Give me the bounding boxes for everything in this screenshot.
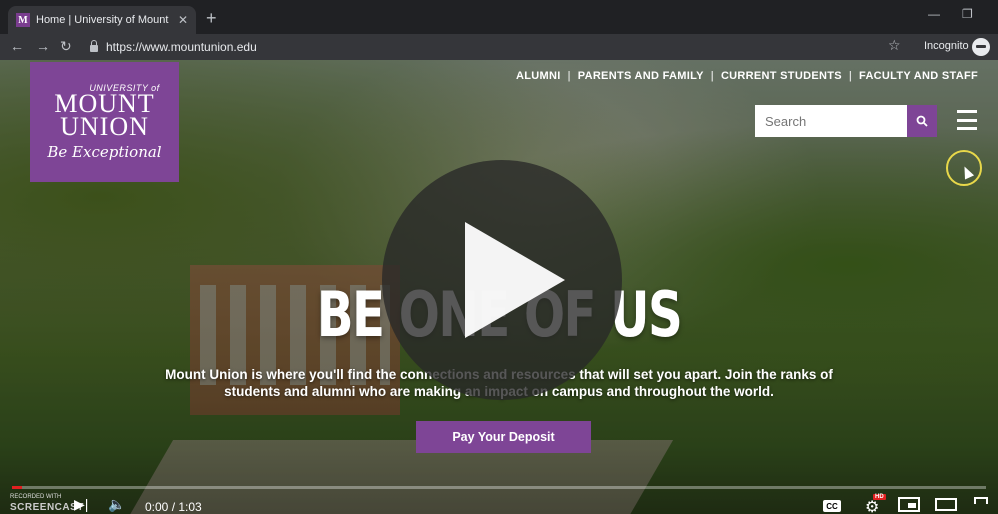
recorded-with-label: RECORDED WITH: [10, 494, 62, 500]
search-input[interactable]: [755, 105, 907, 137]
mount-union-logo[interactable]: UNIVERSITY of MOUNT UNION Be Exceptional: [30, 62, 179, 182]
minimize-window-icon[interactable]: —: [928, 7, 940, 21]
screencast-brand: SCREENCAST: [10, 502, 84, 513]
fullscreen-icon[interactable]: [974, 497, 988, 511]
volume-icon[interactable]: 🔈: [108, 496, 125, 513]
video-progress-bar[interactable]: [12, 486, 986, 489]
play-icon[interactable]: [465, 222, 565, 338]
url-field[interactable]: https://www.mountunion.edu: [84, 38, 864, 56]
lock-icon: [90, 40, 98, 52]
site-favicon-icon: M: [16, 13, 30, 27]
incognito-label: Incognito: [924, 40, 969, 52]
logo-tagline: Be Exceptional: [47, 143, 162, 161]
video-progress-fill: [12, 486, 22, 489]
menu-icon[interactable]: [957, 110, 977, 130]
nav-separator: |: [567, 70, 571, 82]
tab-title: Home | University of Mount Unio: [36, 14, 172, 26]
search-icon: [916, 115, 928, 127]
miniplayer-icon[interactable]: [898, 497, 920, 512]
address-bar: ← → ↻ https://www.mountunion.edu ☆ Incog…: [0, 34, 998, 60]
pay-deposit-button[interactable]: Pay Your Deposit: [416, 421, 591, 453]
hd-badge: HD: [873, 494, 886, 500]
reload-icon[interactable]: ↻: [60, 38, 72, 55]
audience-nav: ALUMNI | PARENTS AND FAMILY | CURRENT ST…: [516, 70, 978, 82]
bookmark-star-icon[interactable]: ☆: [888, 37, 901, 54]
forward-arrow-icon[interactable]: →: [36, 38, 50, 54]
logo-union: UNION: [60, 112, 149, 141]
video-hero[interactable]: UNIVERSITY of MOUNT UNION Be Exceptional…: [0, 60, 998, 514]
theater-mode-icon[interactable]: [935, 498, 957, 511]
video-time: 0:00 / 1:03: [145, 500, 202, 514]
new-tab-icon[interactable]: +: [206, 8, 217, 29]
incognito-icon[interactable]: [972, 38, 990, 56]
nav-parents-and-family[interactable]: PARENTS AND FAMILY: [578, 70, 704, 82]
captions-icon[interactable]: CC: [823, 500, 841, 512]
back-arrow-icon[interactable]: ←: [10, 38, 24, 54]
url-text: https://www.mountunion.edu: [106, 40, 257, 54]
restore-window-icon[interactable]: ❐: [962, 7, 973, 21]
site-search: [755, 105, 937, 137]
nav-current-students[interactable]: CURRENT STUDENTS: [721, 70, 842, 82]
nav-separator: |: [710, 70, 714, 82]
close-tab-icon[interactable]: ✕: [178, 13, 188, 27]
nav-alumni[interactable]: ALUMNI: [516, 70, 561, 82]
nav-separator: |: [848, 70, 853, 82]
search-button[interactable]: [907, 105, 937, 137]
nav-faculty-and-staff[interactable]: FACULTY AND STAFF: [859, 70, 978, 82]
next-video-icon[interactable]: ▶|: [74, 496, 88, 513]
browser-tab-bar: M Home | University of Mount Unio ✕ + — …: [0, 0, 998, 34]
browser-tab[interactable]: M Home | University of Mount Unio ✕: [8, 6, 196, 34]
